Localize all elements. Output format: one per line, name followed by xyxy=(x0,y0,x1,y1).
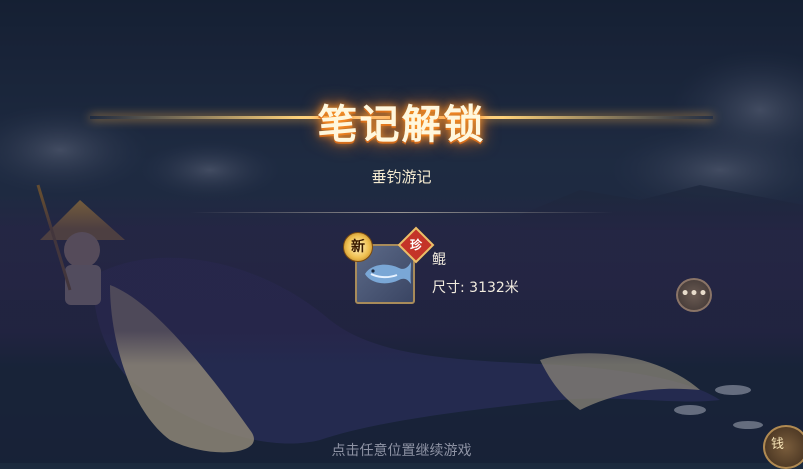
chat-bubble-icon[interactable]: ••• xyxy=(676,278,712,312)
popup-title: 笔记解锁 xyxy=(317,102,486,148)
item-size: 尺寸: 3132米 xyxy=(432,280,519,296)
popup-title-area: 笔记解锁 xyxy=(0,92,803,148)
item-name: 鲲 xyxy=(432,252,446,268)
continue-hint: 点击任意位置继续游戏 xyxy=(331,443,472,459)
popup-subtitle: 垂钓游记 xyxy=(371,168,432,186)
whale-fish-icon xyxy=(365,262,411,284)
rare-badge-label: 珍 xyxy=(409,238,422,252)
item-card: 新 珍 xyxy=(343,226,435,304)
new-badge: 新 xyxy=(343,232,373,262)
divider xyxy=(190,212,613,213)
